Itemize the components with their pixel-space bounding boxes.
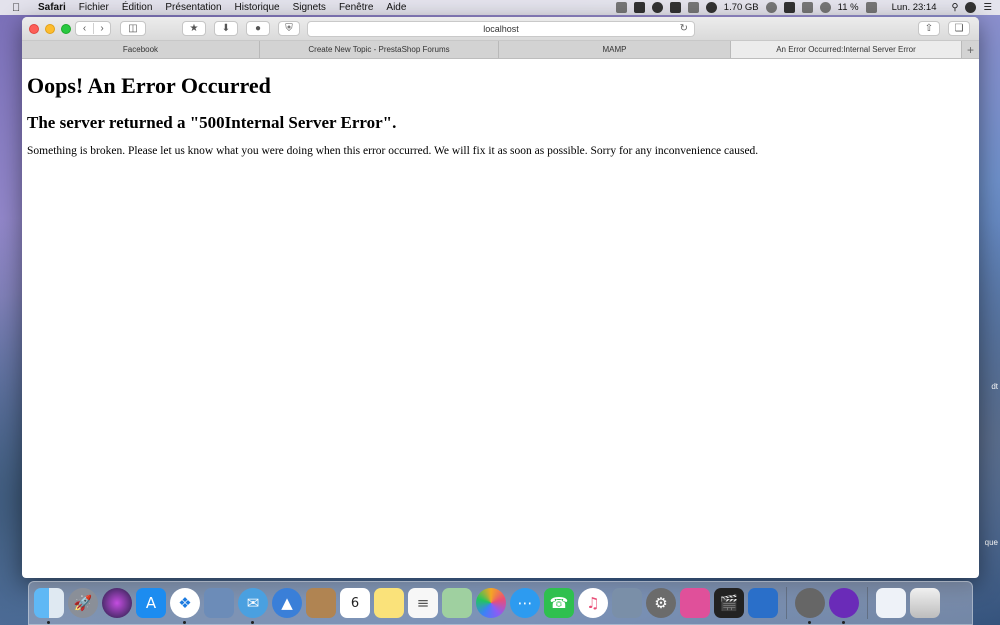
menu-app-safari[interactable]: Safari bbox=[38, 2, 66, 13]
apple-menu-icon[interactable]:  bbox=[12, 2, 28, 14]
final-cut-pro-icon[interactable]: 🎬 bbox=[714, 588, 744, 618]
openoffice-icon[interactable] bbox=[748, 588, 778, 618]
vpn-icon[interactable] bbox=[615, 2, 627, 13]
music-icon[interactable]: ♫ bbox=[578, 588, 608, 618]
back-icon[interactable]: ‹ bbox=[76, 23, 93, 34]
bluetooth-icon[interactable] bbox=[801, 2, 813, 13]
share-button[interactable]: ⇧ bbox=[918, 21, 940, 36]
siri-icon[interactable] bbox=[965, 2, 977, 13]
dock: 🚀 A ❖ ✉ ▲ 6 ≡ ⋯ ☎ ♫ ⚙ 🎬 bbox=[28, 581, 973, 625]
sidebar-icon: ◫ bbox=[128, 23, 138, 34]
page-content: Oops! An Error Occurred The server retur… bbox=[22, 59, 979, 171]
navigation-app-icon[interactable]: ▲ bbox=[272, 588, 302, 618]
memory-usage[interactable]: 1.70 GB bbox=[724, 2, 759, 13]
safari-window: ‹ › ◫ ★ ⬇ ● ⛨ localhost ↻ ⇧ ❏ Facebook C bbox=[22, 17, 979, 578]
new-tab-button[interactable]: + bbox=[962, 41, 979, 58]
menu-fichier[interactable]: Fichier bbox=[79, 2, 109, 13]
safari-icon[interactable]: ❖ bbox=[170, 588, 200, 624]
trash-icon[interactable] bbox=[910, 588, 940, 618]
error-subheading: The server returned a "500Internal Serve… bbox=[27, 113, 397, 132]
bbedit-icon[interactable] bbox=[669, 2, 681, 13]
siri-icon[interactable] bbox=[102, 588, 132, 618]
messages-icon[interactable]: ⋯ bbox=[510, 588, 540, 618]
tab-overview-button[interactable]: ❏ bbox=[948, 21, 970, 36]
menu-bar:  Safari Fichier Édition Présentation Hi… bbox=[0, 0, 1000, 15]
desktop-item-label: que bbox=[984, 538, 998, 547]
menu-aide[interactable]: Aide bbox=[386, 2, 406, 13]
menu-fenetre[interactable]: Fenêtre bbox=[339, 2, 373, 13]
finder-icon[interactable] bbox=[34, 588, 64, 624]
tab-error-page[interactable]: An Error Occurred:Internal Server Error bbox=[731, 41, 962, 58]
sidebar-toggle-button[interactable]: ◫ bbox=[120, 21, 146, 36]
facetime-icon[interactable]: ☎ bbox=[544, 588, 574, 618]
dock-separator bbox=[786, 587, 787, 619]
calendar-icon[interactable]: 6 bbox=[340, 588, 370, 618]
airplay-icon[interactable] bbox=[783, 2, 795, 13]
browser-toolbar: ‹ › ◫ ★ ⬇ ● ⛨ localhost ↻ ⇧ ❏ bbox=[22, 17, 979, 41]
password-extension-button[interactable]: ⛨ bbox=[278, 21, 300, 36]
mail-icon[interactable]: ✉ bbox=[238, 588, 268, 624]
system-preferences-icon[interactable]: ⚙ bbox=[646, 588, 676, 618]
error-heading: Oops! An Error Occurred bbox=[27, 73, 271, 98]
creative-cloud-icon[interactable] bbox=[651, 2, 663, 13]
dock-separator bbox=[867, 587, 868, 619]
shield-icon[interactable] bbox=[687, 2, 699, 13]
image-capture-icon[interactable] bbox=[612, 588, 642, 618]
clock[interactable]: Lun. 23:14 bbox=[892, 2, 937, 13]
downloads-stack-icon[interactable] bbox=[876, 588, 906, 618]
spotlight-icon[interactable]: ⚲ bbox=[952, 2, 959, 13]
menu-edition[interactable]: Édition bbox=[122, 2, 153, 13]
share-icon: ⇧ bbox=[924, 23, 934, 34]
memory-gauge-icon[interactable] bbox=[705, 2, 717, 13]
contacts-icon[interactable] bbox=[306, 588, 336, 618]
minimize-window-button[interactable] bbox=[45, 23, 55, 34]
mamp-icon[interactable] bbox=[795, 588, 825, 624]
reload-icon[interactable]: ↻ bbox=[680, 23, 688, 34]
error-message: Something is broken. Please let us know … bbox=[27, 145, 759, 157]
launchpad-icon[interactable]: 🚀 bbox=[68, 588, 98, 618]
tab-bar: Facebook Create New Topic - PrestaShop F… bbox=[22, 41, 979, 59]
reminders-icon[interactable]: ≡ bbox=[408, 588, 438, 618]
fullscreen-window-button[interactable] bbox=[61, 23, 71, 34]
tab-facebook[interactable]: Facebook bbox=[22, 41, 260, 58]
tor-browser-icon[interactable] bbox=[829, 588, 859, 624]
menu-historique[interactable]: Historique bbox=[235, 2, 280, 13]
tab-prestashop-forums[interactable]: Create New Topic - PrestaShop Forums bbox=[260, 41, 499, 58]
url-text: localhost bbox=[483, 24, 519, 34]
battery-percentage[interactable]: 11 % bbox=[838, 2, 859, 13]
navigation-buttons: ‹ › bbox=[75, 21, 111, 36]
download-extension-button[interactable]: ⬇ bbox=[214, 21, 238, 36]
notification-center-icon[interactable]: ☰ bbox=[983, 2, 992, 13]
forward-icon[interactable]: › bbox=[92, 23, 110, 34]
preview-icon[interactable] bbox=[204, 588, 234, 618]
notes-icon[interactable] bbox=[374, 588, 404, 618]
notes-icon[interactable] bbox=[633, 2, 645, 13]
cleanmymac-icon[interactable] bbox=[680, 588, 710, 618]
menu-presentation[interactable]: Présentation bbox=[165, 2, 221, 13]
close-window-button[interactable] bbox=[29, 23, 39, 34]
bookmark-extension-button[interactable]: ★ bbox=[182, 21, 206, 36]
wifi-icon[interactable] bbox=[819, 2, 831, 13]
menu-signets[interactable]: Signets bbox=[293, 2, 326, 13]
address-bar[interactable]: localhost ↻ bbox=[307, 21, 695, 37]
app-store-icon[interactable]: A bbox=[136, 588, 166, 618]
window-controls bbox=[29, 23, 71, 34]
grammarly-icon: ● bbox=[254, 23, 262, 34]
photos-icon[interactable] bbox=[476, 588, 506, 618]
calendar-day: 6 bbox=[350, 595, 360, 611]
desktop-item-label: dt bbox=[991, 382, 998, 391]
bookmark-star-icon: ★ bbox=[189, 23, 199, 34]
tab-overview-icon: ❏ bbox=[954, 23, 964, 34]
battery-icon[interactable] bbox=[865, 2, 877, 13]
status-area: 1.70 GB 11 % Lun. 23:14 ⚲ ☰ bbox=[615, 2, 992, 13]
do-not-disturb-icon[interactable] bbox=[765, 2, 777, 13]
shield-icon: ⛨ bbox=[285, 23, 293, 34]
maps-icon[interactable] bbox=[442, 588, 472, 618]
download-icon: ⬇ bbox=[221, 23, 231, 34]
grammar-extension-button[interactable]: ● bbox=[246, 21, 270, 36]
tab-mamp[interactable]: MAMP bbox=[499, 41, 731, 58]
